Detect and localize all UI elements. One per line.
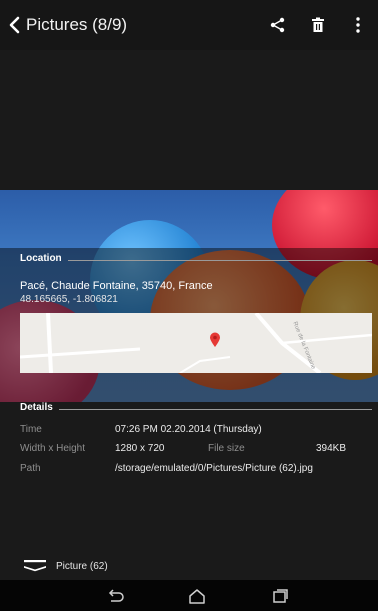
location-map[interactable]: Rue de la Fontaine — [20, 313, 372, 373]
time-label: Time — [20, 423, 42, 435]
details-section-header: Details — [20, 402, 372, 413]
system-nav-bar — [0, 580, 378, 611]
time-value: 07:26 PM 02.20.2014 (Thursday) — [115, 423, 262, 435]
details-label: Details — [20, 402, 53, 413]
detail-row-time: Time 07:26 PM 02.20.2014 (Thursday) — [20, 422, 262, 436]
recent-apps-icon — [273, 588, 288, 603]
overflow-menu-button[interactable] — [338, 0, 378, 50]
trash-icon — [312, 17, 324, 32]
filesize-value: 394KB — [316, 442, 347, 454]
location-section-header: Location — [20, 253, 372, 264]
back-arrow-icon — [108, 588, 124, 602]
filesize-label: File size — [208, 442, 245, 454]
detail-row-path: Path /storage/emulated/0/Pictures/Pictur… — [20, 461, 313, 475]
location-address: Pacé, Chaude Fontaine, 35740, France — [20, 280, 213, 292]
nav-home-button[interactable] — [172, 580, 222, 611]
action-icons — [258, 0, 378, 50]
detail-row-dimensions: Width x Height 1280 x 720 File size 394K… — [20, 441, 372, 455]
picture-name: Picture (62) — [56, 560, 108, 572]
back-button[interactable]: Pictures (8/9) — [0, 0, 127, 50]
dimensions-value: 1280 x 720 — [115, 442, 165, 454]
location-label: Location — [20, 253, 62, 264]
page-title: Pictures (8/9) — [26, 15, 128, 34]
nav-recent-apps-button[interactable] — [255, 580, 305, 611]
chevron-left-icon — [9, 16, 20, 34]
more-vertical-icon — [356, 17, 360, 33]
delete-button[interactable] — [298, 0, 338, 50]
dimensions-label: Width x Height — [20, 442, 86, 454]
action-bar: Pictures (8/9) — [0, 0, 378, 50]
share-icon — [270, 17, 285, 33]
map-roads — [20, 313, 372, 373]
path-value: /storage/emulated/0/Pictures/Picture (62… — [115, 462, 313, 474]
map-pin-icon — [210, 332, 220, 347]
location-coordinates: 48.165665, -1.806821 — [20, 294, 118, 305]
nav-back-button[interactable] — [90, 580, 140, 611]
bottom-strip: Picture (62) — [0, 552, 378, 580]
home-icon — [189, 588, 205, 604]
menu-icon[interactable] — [24, 558, 46, 574]
share-button[interactable] — [258, 0, 298, 50]
path-label: Path — [20, 462, 41, 474]
